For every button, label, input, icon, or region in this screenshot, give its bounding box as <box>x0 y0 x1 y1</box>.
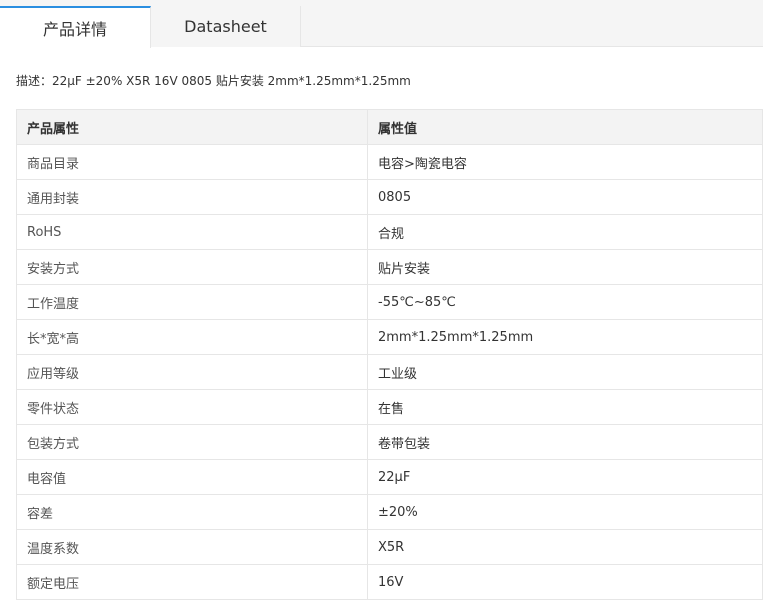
tab-product-details[interactable]: 产品详情 <box>0 6 151 48</box>
product-description: 描述：22μF ±20% X5R 16V 0805 贴片安装 2mm*1.25m… <box>16 74 411 88</box>
attribute-name: 包装方式 <box>16 424 368 460</box>
table-row: 商品目录 电容>陶瓷电容 <box>16 144 763 180</box>
attribute-value: X5R <box>367 529 763 565</box>
table-row: 额定电压 16V <box>16 564 763 600</box>
table-row: 安装方式 贴片安装 <box>16 249 763 285</box>
tab-datasheet[interactable]: Datasheet <box>151 6 301 47</box>
attribute-name: 安装方式 <box>16 249 368 285</box>
table-row: RoHS 合规 <box>16 214 763 250</box>
attribute-value: 22μF <box>367 459 763 495</box>
attribute-value: 16V <box>367 564 763 600</box>
table-row: 零件状态 在售 <box>16 389 763 425</box>
table-header-row: 产品属性 属性值 <box>16 109 763 145</box>
attribute-name: 应用等级 <box>16 354 368 390</box>
table-row: 温度系数 X5R <box>16 529 763 565</box>
attribute-value: 合规 <box>367 214 763 250</box>
product-attributes-table: 产品属性 属性值 商品目录 电容>陶瓷电容 通用封装 0805 RoHS 合规 安装方式 贴片… <box>16 109 763 600</box>
attribute-name: 零件状态 <box>16 389 368 425</box>
attribute-name: 商品目录 <box>16 144 368 180</box>
header-attribute: 产品属性 <box>16 109 368 145</box>
attribute-value: 工业级 <box>367 354 763 390</box>
table-row: 容差 ±20% <box>16 494 763 530</box>
attribute-name: 容差 <box>16 494 368 530</box>
header-value: 属性值 <box>367 109 763 145</box>
attribute-value: 贴片安装 <box>367 249 763 285</box>
attribute-value: 在售 <box>367 389 763 425</box>
attribute-value: -55℃~85℃ <box>367 284 763 320</box>
table-row: 通用封装 0805 <box>16 179 763 215</box>
attribute-name: 电容值 <box>16 459 368 495</box>
table-row: 工作温度 -55℃~85℃ <box>16 284 763 320</box>
attribute-name: RoHS <box>16 214 368 250</box>
attribute-name: 额定电压 <box>16 564 368 600</box>
attribute-name: 温度系数 <box>16 529 368 565</box>
tab-bar: 产品详情 Datasheet <box>0 0 763 48</box>
table-row: 包装方式 卷带包装 <box>16 424 763 460</box>
attribute-value: 电容>陶瓷电容 <box>367 144 763 180</box>
attribute-name: 工作温度 <box>16 284 368 320</box>
table-row: 电容值 22μF <box>16 459 763 495</box>
attribute-value: ±20% <box>367 494 763 530</box>
attribute-value: 2mm*1.25mm*1.25mm <box>367 319 763 355</box>
attribute-name: 长*宽*高 <box>16 319 368 355</box>
attribute-name: 通用封装 <box>16 179 368 215</box>
attribute-value: 卷带包装 <box>367 424 763 460</box>
attribute-value: 0805 <box>367 179 763 215</box>
table-row: 长*宽*高 2mm*1.25mm*1.25mm <box>16 319 763 355</box>
table-row: 应用等级 工业级 <box>16 354 763 390</box>
